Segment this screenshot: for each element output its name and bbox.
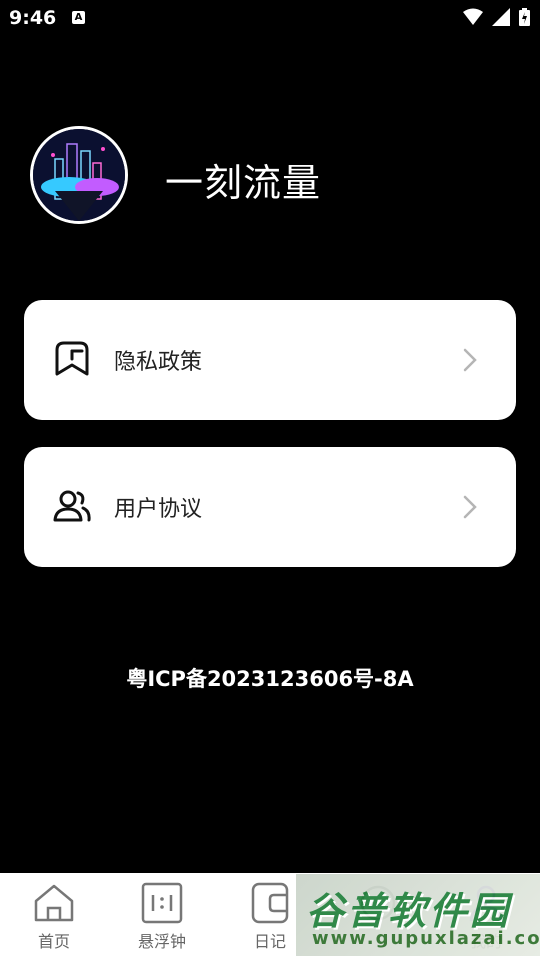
watermark-url: www.gupuxlazai.com <box>312 928 540 949</box>
battery-icon <box>519 8 530 26</box>
status-bar: 9:46 A <box>0 0 540 36</box>
tab-floating-clock[interactable]: 悬浮钟 <box>108 873 216 960</box>
clock-ratio-icon <box>141 882 183 924</box>
tab-home-label: 首页 <box>37 932 70 951</box>
user-agreement-card[interactable]: 用户协议 <box>24 447 516 567</box>
signal-icon <box>491 8 510 26</box>
diary-icon <box>251 882 289 924</box>
icp-record[interactable]: 粤ICP备2023123606号-8A <box>0 663 540 693</box>
users-icon <box>53 490 91 522</box>
chevron-right-icon <box>463 495 477 519</box>
home-icon <box>34 884 74 922</box>
privacy-policy-label: 隐私政策 <box>114 350 203 375</box>
wifi-icon <box>462 8 483 25</box>
tab-floating-clock-label: 悬浮钟 <box>137 932 186 951</box>
watermark: 谷普软件园 www.gupuxlazai.com <box>296 874 540 956</box>
status-time: 9:46 <box>9 7 57 29</box>
chevron-right-icon <box>463 348 477 372</box>
tab-home[interactable]: 首页 <box>0 873 108 960</box>
privacy-policy-card[interactable]: 隐私政策 <box>24 300 516 420</box>
watermark-title: 谷普软件园 <box>306 889 512 933</box>
user-agreement-label: 用户协议 <box>114 497 203 522</box>
status-icons <box>459 8 530 27</box>
app-name: 一刻流量 <box>165 161 322 205</box>
bookmark-icon <box>55 341 89 376</box>
app-logo <box>30 126 128 224</box>
notification-a-icon: A <box>72 11 85 24</box>
